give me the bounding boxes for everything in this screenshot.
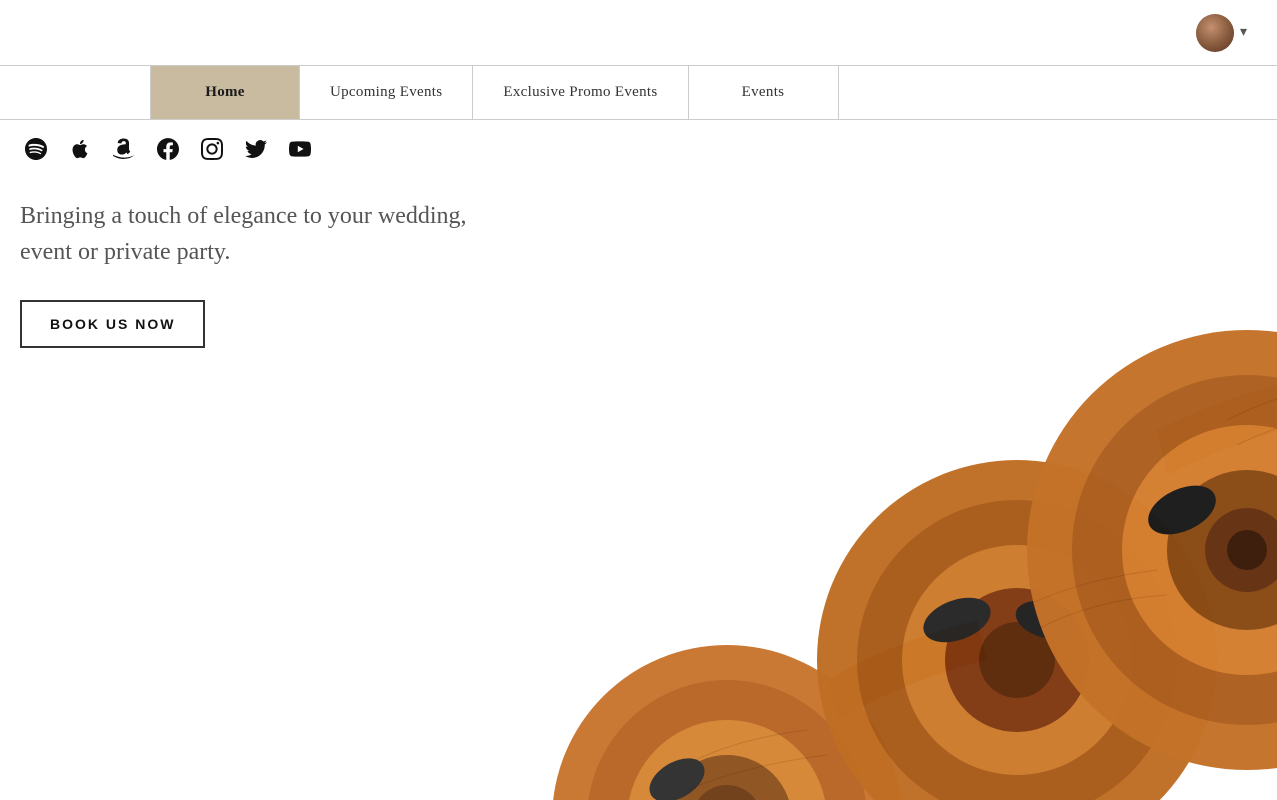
book-us-now-button[interactable]: BOOK US NOW (20, 300, 205, 348)
nav-events[interactable]: Events (689, 66, 839, 119)
facebook-icon[interactable] (157, 138, 179, 160)
twitter-icon[interactable] (245, 138, 267, 160)
spotify-icon[interactable] (25, 138, 47, 160)
avatar (1196, 14, 1234, 52)
social-icons-row (5, 120, 1277, 178)
instagram-icon[interactable] (201, 138, 223, 160)
hero-text-block: Bringing a touch of elegance to your wed… (20, 198, 470, 348)
amazon-icon[interactable] (113, 138, 135, 160)
hero-tagline: Bringing a touch of elegance to your wed… (20, 198, 470, 270)
apple-icon[interactable] (69, 138, 91, 160)
top-bar: ▾ (0, 0, 1277, 65)
nav-upcoming-events[interactable]: Upcoming Events (300, 66, 473, 119)
nav-home[interactable]: Home (150, 66, 300, 119)
hero-section: Bringing a touch of elegance to your wed… (0, 178, 1277, 800)
chevron-down-icon: ▾ (1240, 24, 1247, 41)
youtube-icon[interactable] (289, 138, 311, 160)
user-menu[interactable]: ▾ (1196, 14, 1247, 52)
nav-exclusive-promo-events[interactable]: Exclusive Promo Events (473, 66, 688, 119)
violin-image (527, 200, 1277, 800)
main-nav: Home Upcoming Events Exclusive Promo Eve… (0, 65, 1277, 120)
